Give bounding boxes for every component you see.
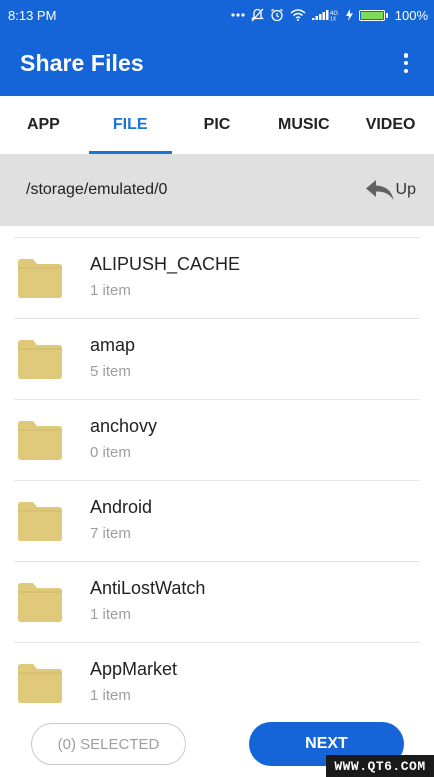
file-row[interactable]: anchovy 0 item [0, 399, 434, 480]
status-icons: 4G 1X 100% [231, 8, 428, 23]
tab-file[interactable]: FILE [87, 96, 174, 154]
up-button[interactable]: Up [365, 179, 416, 201]
file-info: amap 5 item [90, 335, 135, 382]
title-row: Share Files [0, 30, 434, 96]
file-count: 0 item [90, 444, 131, 461]
file-count: 1 item [90, 282, 131, 299]
file-info: anchovy 0 item [90, 416, 157, 463]
folder-icon [18, 501, 62, 541]
file-info: Android 7 item [90, 497, 152, 544]
status-time: 8:13 PM [8, 7, 57, 23]
file-name: amap [90, 335, 136, 355]
file-info: AppMarket 1 item [90, 659, 177, 706]
tab-pic[interactable]: PIC [174, 96, 261, 154]
file-list: ALIPUSH_CACHE 1 item amap 5 item anchovy… [0, 237, 434, 707]
wifi-icon [290, 9, 306, 21]
file-row[interactable]: AppMarket 1 item [0, 642, 434, 707]
file-name: AntiLostWatch [90, 578, 206, 598]
reply-arrow-icon [365, 180, 394, 200]
file-count: 1 item [90, 687, 131, 704]
folder-icon [18, 339, 62, 379]
more-vert-icon[interactable] [396, 50, 416, 76]
file-row[interactable]: ALIPUSH_CACHE 1 item [0, 237, 434, 318]
file-info: AntiLostWatch 1 item [90, 578, 205, 625]
tab-app[interactable]: APP [0, 96, 87, 154]
battery-percent: 100% [394, 7, 428, 23]
file-row[interactable]: amap 5 item [0, 318, 434, 399]
file-count: 1 item [90, 606, 131, 623]
battery-icon [358, 9, 388, 21]
current-path: /storage/emulated/0 [26, 181, 168, 198]
folder-icon [18, 258, 62, 298]
alarm-icon [270, 8, 283, 22]
tab-music[interactable]: MUSIC [260, 96, 347, 154]
folder-icon [18, 582, 62, 622]
path-bar: /storage/emulated/0 Up [0, 154, 434, 226]
app-title: Share Files [20, 49, 144, 76]
svg-text:1X: 1X [330, 17, 337, 22]
file-name: Android [90, 497, 153, 517]
file-row[interactable]: Android 7 item [0, 480, 434, 561]
up-label: Up [395, 181, 416, 198]
signal-icon: 4G1X [311, 10, 338, 22]
file-row[interactable]: AntiLostWatch 1 item [0, 561, 434, 642]
tab-bar: APP FILE PIC MUSIC VIDEO [0, 96, 434, 154]
file-name: anchovy [90, 416, 158, 436]
file-name: ALIPUSH_CACHE [90, 254, 241, 274]
status-bar: 8:13 PM 4G 1X 100% [0, 0, 434, 30]
more-dots-icon [231, 13, 245, 17]
selected-count-button[interactable]: (0) SELECTED [31, 723, 186, 765]
file-info: ALIPUSH_CACHE 1 item [90, 254, 240, 301]
file-count: 5 item [90, 363, 131, 380]
file-name: AppMarket [90, 659, 178, 679]
app-bar: 8:13 PM 4G 1X 100% Share Files [0, 0, 434, 96]
battery-level [360, 11, 383, 19]
mute-icon [250, 8, 264, 22]
folder-icon [18, 420, 62, 460]
watermark: WWW.QT6.COM [326, 755, 434, 777]
folder-icon [18, 663, 62, 703]
tab-video[interactable]: VIDEO [347, 96, 434, 154]
file-count: 7 item [90, 525, 131, 542]
charging-icon [345, 9, 353, 21]
